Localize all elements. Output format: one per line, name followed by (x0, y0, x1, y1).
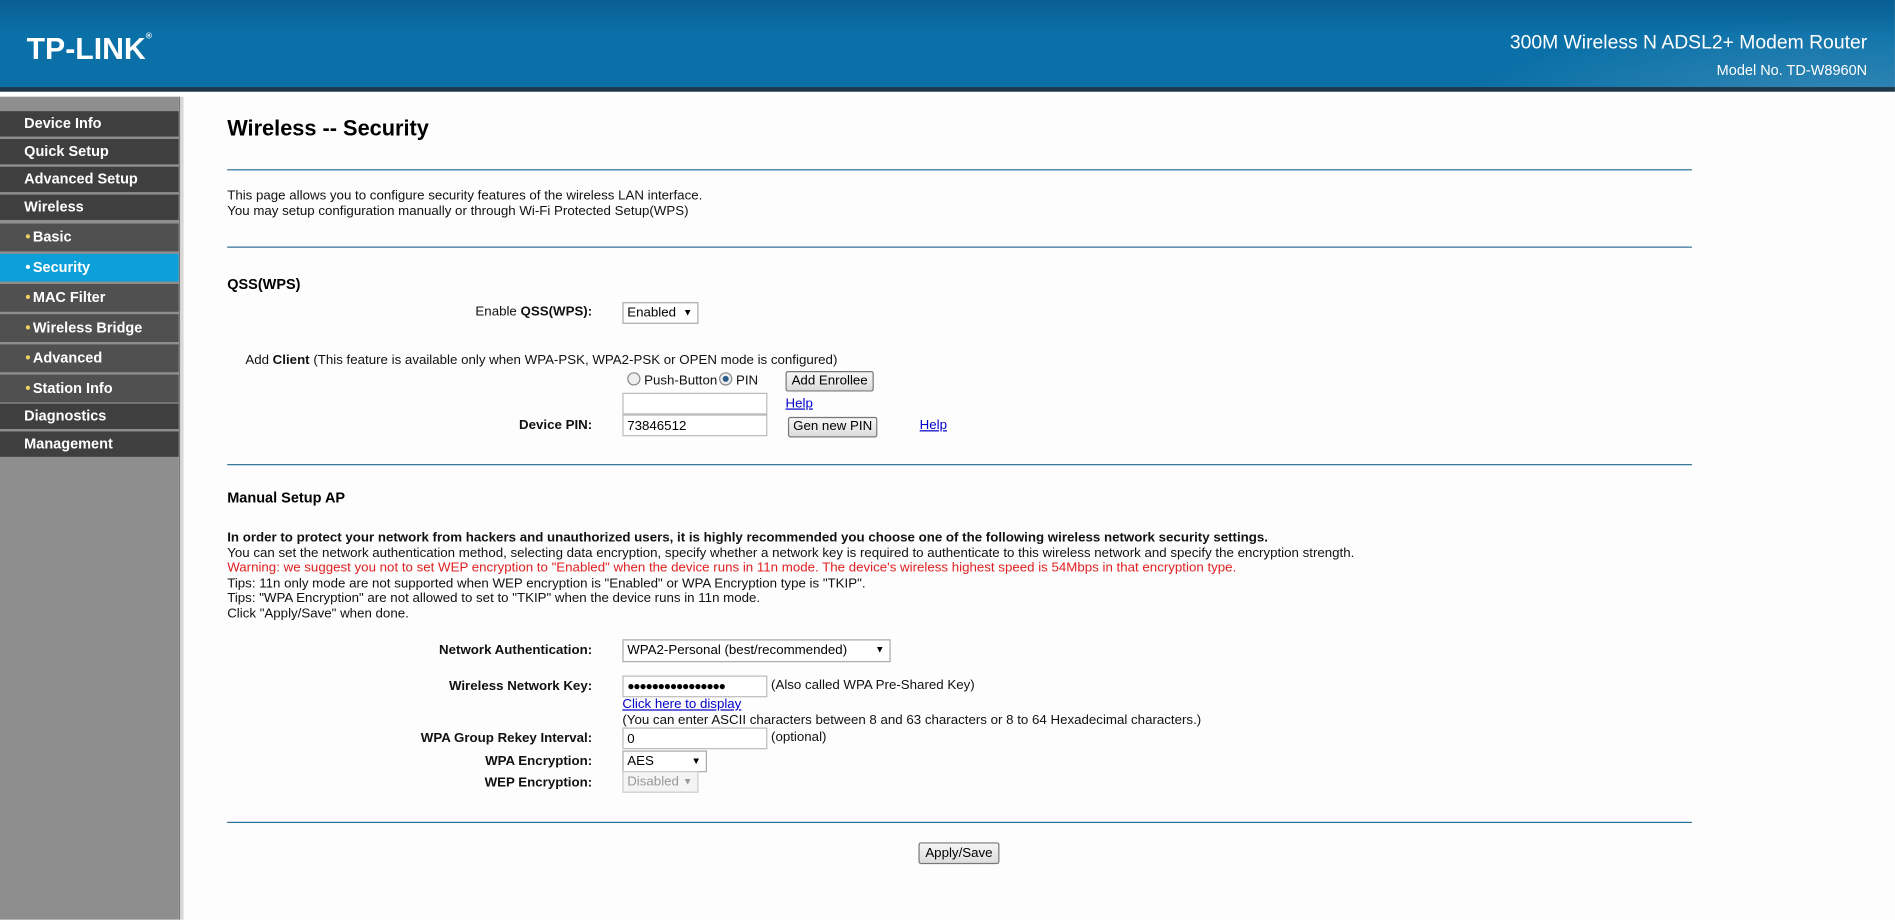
push-button-radio[interactable]: Push-Button (627, 372, 717, 388)
sidebar-item-wireless-bridge[interactable]: • Wireless Bridge (0, 314, 179, 343)
select-value: WPA2-Personal (best/recommended) (627, 642, 848, 658)
help-link[interactable]: Help (786, 396, 813, 411)
sidebar-item-diagnostics[interactable]: Diagnostics (0, 403, 179, 430)
wireless-network-key-input[interactable]: ●●●●●●●●●●●●●●●● (622, 675, 768, 698)
click-to-display-link[interactable]: Click here to display (622, 697, 741, 712)
sidebar-item-label: Security (32, 258, 91, 276)
key-note: (Also called WPA Pre-Shared Key) (771, 677, 975, 693)
qss-heading: QSS(WPS) (227, 275, 301, 293)
header-banner: TP-LINK® 300M Wireless N ADSL2+ Modem Ro… (0, 0, 1895, 88)
page-title: Wireless -- Security (227, 116, 429, 141)
network-authentication-select[interactable]: WPA2-Personal (best/recommended) ▼ (622, 639, 891, 663)
bullet-icon: • (25, 349, 31, 367)
wep-encryption-label: WEP Encryption: (484, 775, 593, 791)
wpa-encryption-label: WPA Encryption: (485, 754, 593, 769)
radio-selected-icon[interactable] (719, 372, 733, 386)
wireless-network-key-label: Wireless Network Key: (448, 679, 593, 694)
sidebar-item-label: Station Info (32, 379, 113, 397)
sidebar-item-label: Wireless Bridge (32, 319, 143, 336)
sidebar-item-management[interactable]: Management (0, 431, 179, 457)
select-value: Disabled (627, 774, 679, 790)
device-pin-field[interactable]: 73846512 (622, 414, 768, 437)
intro-text: This page allows you to configure securi… (227, 188, 703, 204)
bullet-icon: • (25, 258, 31, 276)
sidebar-item-advanced-setup[interactable]: Advanced Setup (0, 166, 179, 193)
device-pin-label: Device PIN: (519, 418, 593, 433)
gen-new-pin-button[interactable]: Gen new PIN (787, 416, 878, 438)
security-recommendation: In order to protect your network from ha… (227, 530, 1268, 546)
help-link[interactable]: Help (920, 418, 947, 433)
chevron-down-icon: ▼ (875, 644, 885, 656)
sidebar-item-advanced[interactable]: • Advanced (0, 344, 179, 373)
wep-encryption-select: Disabled ▼ (622, 771, 699, 793)
label-text-bold: QSS(WPS): (520, 304, 593, 320)
bullet-icon: • (25, 228, 31, 246)
sidebar-item-device-info[interactable]: Device Info (0, 111, 179, 137)
sidebar-item-label: MAC Filter (32, 288, 106, 306)
divider (227, 246, 1692, 248)
sidebar-item-mac-filter[interactable]: • MAC Filter (0, 283, 179, 312)
chevron-down-icon: ▼ (682, 306, 693, 318)
select-value: Enabled (627, 305, 677, 321)
tp-link-logo: TP-LINK® (26, 32, 153, 67)
label-text: Enable (475, 304, 521, 320)
divider (227, 464, 1692, 466)
tip-text: Click "Apply/Save" when done. (227, 606, 409, 622)
select-value: AES (627, 754, 654, 769)
add-client-text: Add Client (This feature is available on… (245, 353, 837, 368)
tip-text: Tips: "WPA Encryption" are not allowed t… (227, 590, 761, 606)
add-client-note: (This feature is available only when WPA… (309, 352, 838, 368)
rekey-interval-label: WPA Group Rekey Interval: (420, 731, 593, 746)
rekey-interval-input[interactable]: 0 (622, 727, 768, 750)
enable-qss-label: Enable QSS(WPS): (475, 305, 592, 320)
chevron-down-icon: ▼ (682, 775, 693, 787)
security-info: You can set the network authentication m… (227, 546, 1355, 561)
bullet-icon: • (25, 379, 31, 397)
sidebar-item-label: Advanced (32, 349, 103, 367)
label-text-bold: Client (272, 352, 310, 368)
product-name: 300M Wireless N ADSL2+ Modem Router (1509, 32, 1868, 54)
sidebar-item-label: Basic (32, 228, 72, 246)
network-authentication-label: Network Authentication: (439, 642, 593, 658)
enrollee-pin-input[interactable] (622, 392, 768, 415)
optional-note: (optional) (771, 729, 827, 745)
tip-text: Tips: 11n only mode are not supported wh… (227, 576, 866, 591)
chevron-down-icon: ▼ (691, 755, 701, 767)
model-number: Model No. TD-W8960N (1716, 61, 1868, 79)
divider (227, 821, 1692, 823)
radio-label: Push-Button (644, 373, 718, 388)
label-text: Add (245, 352, 273, 368)
sidebar-item-station-info[interactable]: • Station Info (0, 374, 179, 403)
manual-setup-heading: Manual Setup AP (227, 489, 346, 507)
logo-text: TP-LINK (26, 32, 146, 67)
intro-text: You may setup configuration manually or … (227, 204, 689, 219)
radio-label: PIN (735, 373, 759, 388)
sidebar-item-basic[interactable]: • Basic (0, 223, 179, 252)
bullet-icon: • (25, 319, 31, 336)
wep-warning: Warning: we suggest you not to set WEP e… (227, 560, 1237, 576)
content-area (183, 96, 1895, 920)
apply-save-button[interactable]: Apply/Save (918, 842, 1000, 865)
add-enrollee-button[interactable]: Add Enrollee (785, 371, 874, 392)
pin-radio[interactable]: PIN (719, 372, 758, 388)
sidebar-item-quick-setup[interactable]: Quick Setup (0, 138, 179, 165)
wpa-encryption-select[interactable]: AES ▼ (622, 750, 707, 773)
sidebar-item-wireless[interactable]: Wireless (0, 194, 179, 220)
radio-icon[interactable] (627, 372, 641, 386)
divider (227, 169, 1692, 171)
sidebar-item-security[interactable]: • Security (0, 253, 179, 282)
bullet-icon: • (25, 288, 31, 306)
sidebar: Device Info Quick Setup Advanced Setup W… (0, 96, 179, 920)
key-hint: (You can enter ASCII characters between … (622, 713, 1202, 728)
enable-qss-select[interactable]: Enabled ▼ (622, 302, 699, 324)
